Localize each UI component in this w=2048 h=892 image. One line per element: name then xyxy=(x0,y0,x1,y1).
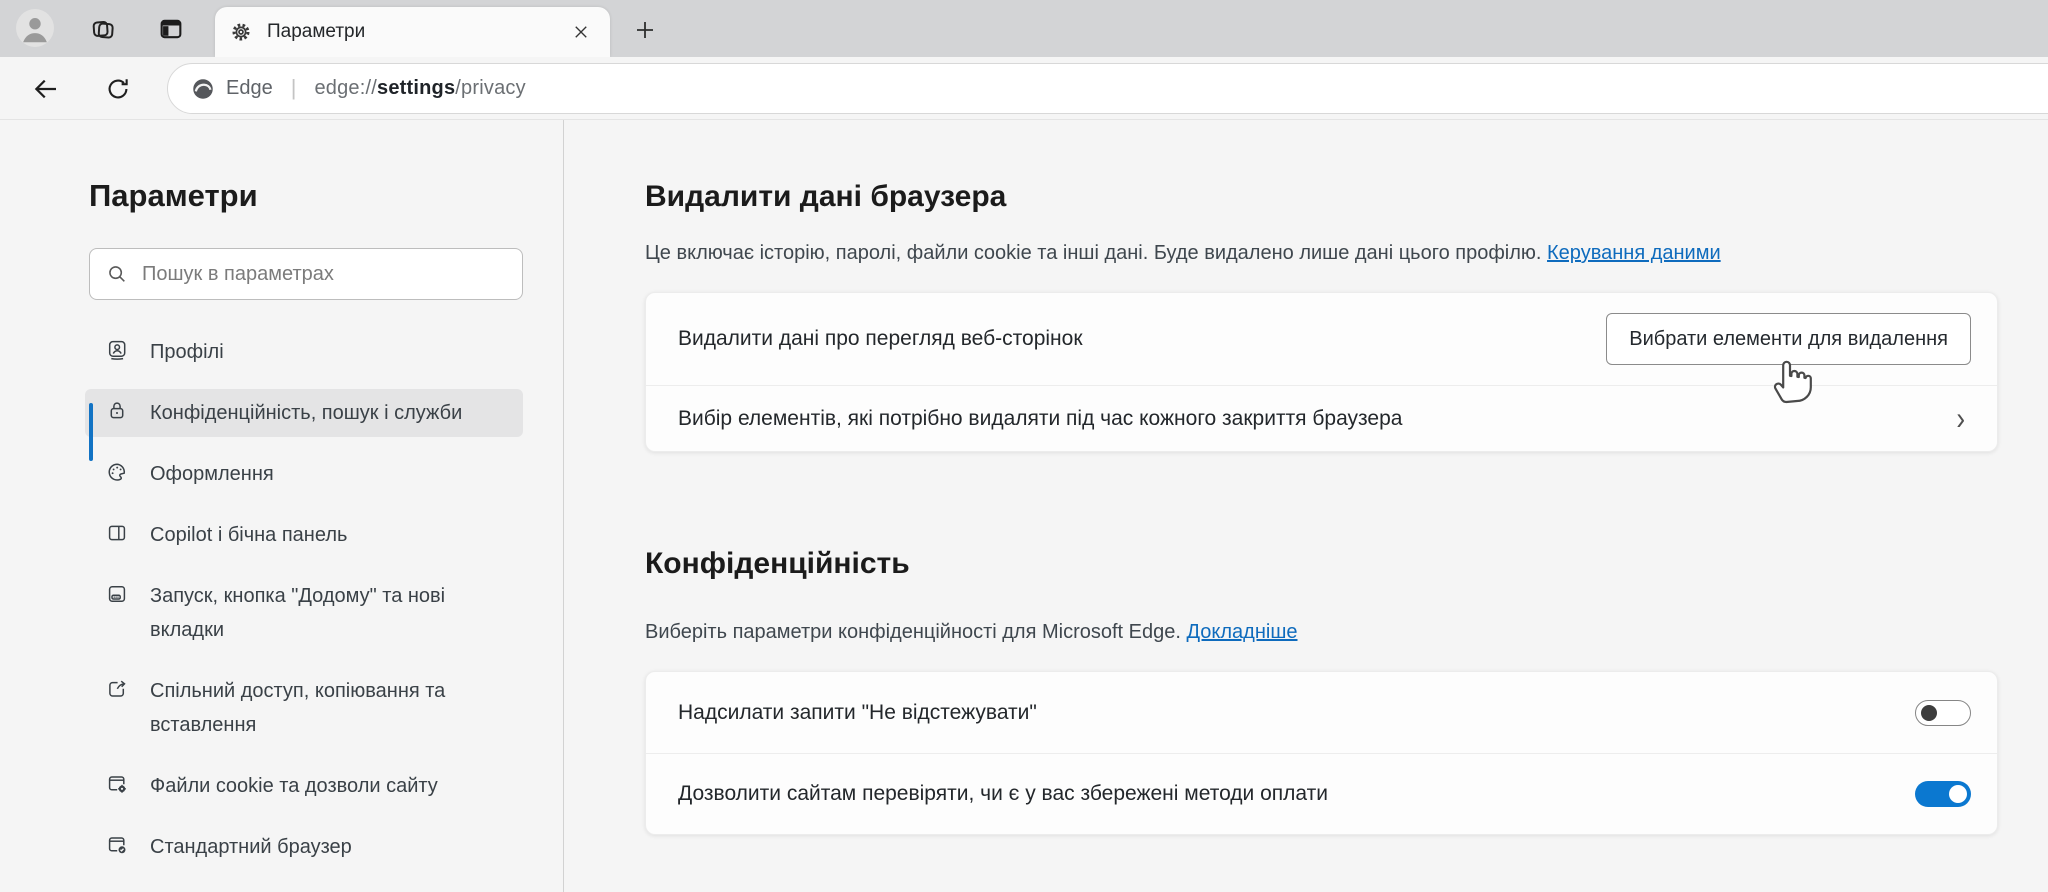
person-icon xyxy=(23,18,47,43)
row-label: Надсилати запити "Не відстежувати" xyxy=(678,700,1037,724)
do-not-track-row: Надсилати запити "Не відстежувати" xyxy=(646,672,1997,753)
address-bar[interactable]: Edge | edge://settings/privacy xyxy=(167,63,2048,114)
settings-main: Видалити дані браузера Це включає історі… xyxy=(645,120,1998,835)
toggle-knob xyxy=(1921,704,1937,721)
sidebar-panel-icon xyxy=(105,521,129,550)
chevron-right-icon: › xyxy=(1956,399,1965,437)
sidebar-item-appearance[interactable]: Оформлення xyxy=(85,450,523,498)
url-text[interactable]: edge://settings/privacy xyxy=(314,77,525,100)
tab-strip: Параметри xyxy=(0,0,2048,57)
settings-page: Параметри Пр xyxy=(0,120,2048,892)
lock-icon xyxy=(105,399,129,428)
sidebar-item-privacy[interactable]: Конфіденційність, пошук і служби xyxy=(85,389,523,461)
refresh-icon xyxy=(108,79,128,99)
close-tab-icon[interactable] xyxy=(566,17,596,47)
url-separator: | xyxy=(290,74,297,100)
profile-avatar[interactable] xyxy=(16,9,54,47)
default-browser-icon xyxy=(105,833,129,862)
payment-methods-toggle[interactable] xyxy=(1915,781,1971,807)
plus-icon xyxy=(637,22,653,38)
palette-icon xyxy=(105,460,129,489)
tab-title: Параметри xyxy=(267,21,366,42)
clear-on-close-row[interactable]: Вибір елементів, які потрібно видаляти п… xyxy=(646,385,1997,451)
back-button[interactable] xyxy=(28,71,64,107)
search-input[interactable] xyxy=(140,261,510,287)
row-label: Дозволити сайтам перевіряти, чи є у вас … xyxy=(678,782,1328,805)
section-title-clear-data: Видалити дані браузера xyxy=(645,180,1007,213)
profiles-icon xyxy=(105,338,129,367)
tab-parametry[interactable]: Параметри xyxy=(215,7,610,57)
edge-logo-icon xyxy=(193,78,213,99)
sidebar-item-default-browser[interactable]: Стандартний браузер xyxy=(85,823,523,871)
sidebar-item-profiles[interactable]: Профілі xyxy=(85,328,523,376)
learn-more-link[interactable]: Докладніше xyxy=(1187,621,1298,643)
sidebar-item-label: Запуск, кнопка "Додому" та нові вкладки xyxy=(150,585,446,641)
sidebar-item-label: Файли cookie та дозволи сайту xyxy=(150,775,438,797)
toolbar: Edge | edge://settings/privacy xyxy=(0,57,2048,120)
toggle-knob xyxy=(1949,785,1967,803)
payment-methods-row: Дозволити сайтам перевіряти, чи є у вас … xyxy=(646,753,1997,834)
choose-items-to-clear-button[interactable]: Вибрати елементи для видалення xyxy=(1606,313,1971,365)
new-tab-button[interactable] xyxy=(628,13,662,47)
sidebar-item-label: Copilot і бічна панель xyxy=(150,524,348,546)
sidebar-item-label: Стандартний браузер xyxy=(150,836,352,858)
refresh-button[interactable] xyxy=(100,71,136,107)
sidebar-item-cookies-permissions[interactable]: Файли cookie та дозволи сайту xyxy=(85,762,523,810)
gear-icon xyxy=(232,23,250,41)
privacy-description: Виберіть параметри конфіденційності для … xyxy=(645,621,1298,643)
cookies-icon xyxy=(105,772,129,801)
sidebar-item-downloads[interactable]: Завантаження xyxy=(85,884,523,892)
sidebar-title: Параметри xyxy=(89,178,258,213)
settings-sidebar: Параметри Пр xyxy=(0,120,564,892)
search-icon xyxy=(109,266,125,282)
edge-brand-label: Edge xyxy=(226,77,273,99)
clear-browsing-data-row: Видалити дані про перегляд веб-сторінок … xyxy=(646,293,1997,385)
sidebar-item-label: Спільний доступ, копіювання та вставленн… xyxy=(150,680,446,736)
clear-data-description: Це включає історію, паролі, файли cookie… xyxy=(645,242,1721,264)
section-title-privacy: Конфіденційність xyxy=(645,547,910,580)
settings-search[interactable] xyxy=(89,248,523,300)
row-label: Видалити дані про перегляд веб-сторінок xyxy=(678,327,1083,350)
back-arrow-icon xyxy=(34,79,56,99)
clear-data-card: Видалити дані про перегляд веб-сторінок … xyxy=(645,292,1998,452)
do-not-track-toggle[interactable] xyxy=(1915,699,1971,726)
sidebar-item-label: Профілі xyxy=(150,341,224,363)
row-label: Вибір елементів, які потрібно видаляти п… xyxy=(678,406,1403,430)
manage-data-link[interactable]: Керування даними xyxy=(1547,242,1721,264)
tab-actions-icon[interactable] xyxy=(156,14,186,44)
sidebar-nav: Профілі Конфіденційність, пошук і служби xyxy=(85,328,523,892)
browser-window: Параметри Edge | edge://settings/privacy… xyxy=(0,0,2048,892)
startup-icon xyxy=(105,582,129,611)
sidebar-item-copilot-sidebar[interactable]: Copilot і бічна панель xyxy=(85,511,523,559)
privacy-card: Надсилати запити "Не відстежувати" Дозво… xyxy=(645,671,1998,835)
sidebar-item-startup[interactable]: Запуск, кнопка "Додому" та нові вкладки xyxy=(85,572,523,654)
share-icon xyxy=(105,677,129,706)
sidebar-item-label: Конфіденційність, пошук і служби xyxy=(150,402,463,424)
sidebar-item-share-copy-paste[interactable]: Спільний доступ, копіювання та вставленн… xyxy=(85,667,523,749)
sidebar-item-label: Оформлення xyxy=(150,463,274,485)
workspaces-icon[interactable] xyxy=(88,14,118,44)
